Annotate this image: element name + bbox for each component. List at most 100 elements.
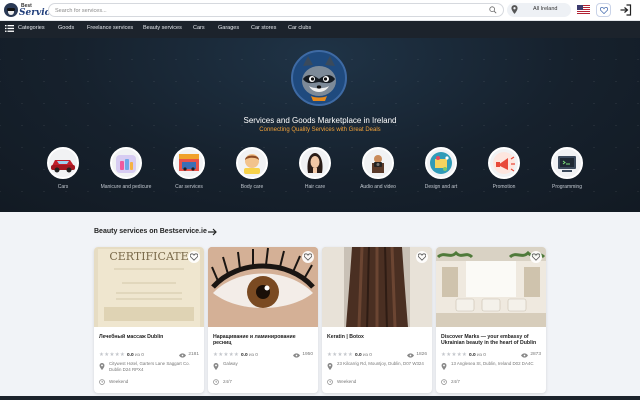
category-label: Audio and video [360,184,396,190]
raccoon-logo-icon [4,3,18,17]
section-title[interactable]: Beauty services on Bestservice.ie [94,228,207,235]
location-label: All Ireland [533,6,558,12]
camera-icon [362,147,394,179]
category-car-services[interactable]: Car services [159,147,219,197]
favorite-button[interactable] [302,251,314,263]
nav-item-beauty[interactable]: Beauty services [143,25,182,31]
search-input[interactable] [55,5,475,16]
category-label: Programming [551,184,582,190]
hero-subtitle: Connecting Quality Services with Great D… [259,127,381,133]
view-count: 2181 [179,352,199,358]
service-card[interactable]: Keratin | Botox ★★★★★ 0.0 из 0 1826 23 K… [322,247,432,393]
category-body-care[interactable]: Body care [222,147,282,197]
favorite-button[interactable] [530,251,542,263]
design-art-icon [425,147,457,179]
view-count: 1826 [407,352,427,358]
top-header: Best Service All Ireland [0,0,640,21]
footer-strip [0,396,640,400]
certificate-photo: CERTIFICATE [94,247,204,327]
star-rating-icon: ★★★★★ [441,352,468,358]
heart-icon [304,253,312,261]
site-logo[interactable]: Best Service [4,2,56,19]
us-flag-icon[interactable] [577,5,590,14]
eye-icon [407,353,415,358]
service-card[interactable]: CERTIFICATE Лечебный массаж Dublin ★★★★★… [94,247,204,393]
arrow-right-icon[interactable] [208,228,217,236]
category-label: Promotion [492,184,516,190]
heart-icon [418,253,426,261]
nav-item-cars[interactable]: Cars [193,25,205,31]
nail-polish-icon [110,147,142,179]
clock-icon [99,379,105,385]
category-promotion[interactable]: Promotion [474,147,534,197]
card-title[interactable]: Keratin | Botox [327,334,427,340]
favorites-button[interactable] [596,3,611,17]
eyelash-photo [208,247,318,327]
hero-title: Services and Goods Marketplace in Irelan… [243,116,397,125]
category-label: Manicure and pedicure [100,184,152,190]
menu-icon [5,25,14,32]
clock-icon [213,379,219,385]
category-manicure[interactable]: Manicure and pedicure [96,147,156,197]
nav-item-garages[interactable]: Garages [218,25,239,31]
category-design-art[interactable]: Design and art [411,147,471,197]
body-care-icon [236,147,268,179]
category-audio-video[interactable]: Audio and video [348,147,408,197]
eye-icon [179,353,187,358]
heart-icon [190,253,198,261]
category-label: Car services [175,184,203,190]
rating-value: 0.0 из 0 [127,353,144,358]
eye-icon [293,353,301,358]
card-title[interactable]: Discover Marks — your embassy of Ukraini… [441,334,541,346]
car-icon [47,147,79,179]
raccoon-mascot-icon [291,50,347,106]
star-rating-icon: ★★★★★ [327,352,354,358]
service-card[interactable]: Discover Marks — your embassy of Ukraini… [436,247,546,393]
category-hair-care[interactable]: Hair care [285,147,345,197]
card-address: Citywest Hotel, Garters Lane Saggart Co.… [109,361,190,372]
card-address: Galway [223,361,238,366]
category-label: Body care [240,184,264,190]
programming-icon [551,147,583,179]
view-count: 1950 [293,352,313,358]
category-label: Hair care [304,184,326,190]
favorite-button[interactable] [188,251,200,263]
clock-icon [327,379,333,385]
card-title[interactable]: Лечебный массаж Dublin [99,334,199,340]
category-cars[interactable]: Cars [33,147,93,197]
salon-interior-photo [436,247,546,327]
category-label: Cars [57,184,69,190]
eye-icon [521,353,529,358]
nav-item-car-stores[interactable]: Car stores [251,25,276,31]
location-pin-icon [511,5,518,14]
location-pin-icon [441,363,447,370]
card-title[interactable]: Наращивание и ламинирование ресниц [213,334,313,346]
search-icon[interactable] [489,6,497,14]
card-address: 13 Anglesea St, Dublin, Ireland D02 DA4C [451,361,534,366]
location-pin-icon [213,363,219,370]
category-programming[interactable]: Programming [537,147,597,197]
hair-photo [322,247,432,328]
card-hours: Weekend [109,379,129,384]
nav-item-goods[interactable]: Goods [58,25,74,31]
star-rating-icon: ★★★★★ [213,352,240,358]
favorite-button[interactable] [416,251,428,263]
nav-item-freelance[interactable]: Freelance services [87,25,133,31]
car-service-icon [173,147,205,179]
category-nav: Categories Goods Freelance services Beau… [0,21,640,38]
location-selector[interactable]: All Ireland [507,3,571,17]
nav-item-car-clubs[interactable]: Car clubs [288,25,311,31]
service-card[interactable]: Наращивание и ламинирование ресниц ★★★★★… [208,247,318,393]
categories-label: Categories [18,25,45,31]
category-label: Design and art [424,184,458,190]
card-hours: Weekend [337,379,357,384]
certificate-heading: CERTIFICATE [109,250,188,263]
view-count: 2873 [521,352,541,358]
promotion-icon [488,147,520,179]
hero-banner: Services and Goods Marketplace in Irelan… [0,38,640,212]
login-icon[interactable] [619,4,632,16]
heart-icon [600,7,608,14]
rating-value: 0.0 из 0 [241,353,258,358]
location-pin-icon [327,363,333,370]
hair-care-icon [299,147,331,179]
